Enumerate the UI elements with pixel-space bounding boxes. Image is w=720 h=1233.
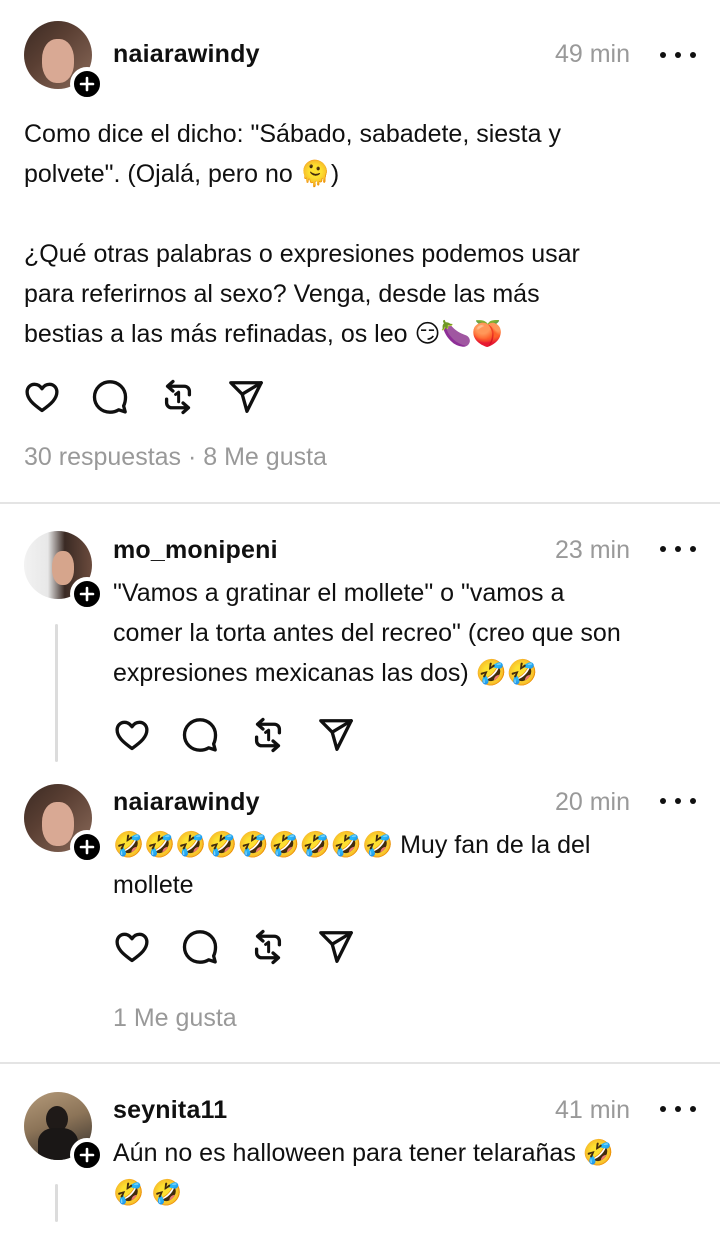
comment-icon	[181, 928, 219, 966]
share-icon	[317, 928, 355, 966]
share-button[interactable]	[226, 377, 266, 417]
post-time: 20 min	[554, 788, 630, 816]
post-actions	[22, 377, 294, 417]
follow-plus-icon[interactable]	[70, 67, 104, 101]
post-username[interactable]: naiarawindy	[113, 788, 260, 817]
share-button[interactable]	[316, 715, 356, 755]
post-stats[interactable]: 1 Me gusta	[113, 1004, 237, 1033]
avatar[interactable]	[24, 1092, 104, 1172]
heart-icon	[23, 378, 61, 416]
heart-icon	[113, 716, 151, 754]
repost-icon	[249, 716, 287, 754]
repost-icon	[249, 928, 287, 966]
repost-button[interactable]	[158, 377, 198, 417]
share-icon	[317, 716, 355, 754]
post-actions	[112, 927, 384, 967]
post-actions	[112, 715, 384, 755]
comment-icon	[91, 378, 129, 416]
heart-icon	[113, 928, 151, 966]
follow-plus-icon[interactable]	[70, 577, 104, 611]
reply-button[interactable]	[180, 715, 220, 755]
repost-button[interactable]	[248, 715, 288, 755]
follow-plus-icon[interactable]	[70, 830, 104, 864]
share-button[interactable]	[316, 927, 356, 967]
post-time: 49 min	[554, 40, 630, 68]
comment-icon	[181, 716, 219, 754]
more-icon[interactable]	[660, 43, 696, 67]
avatar[interactable]	[24, 21, 104, 101]
post-username[interactable]: naiarawindy	[113, 40, 260, 69]
post-username[interactable]: mo_monipeni	[113, 536, 278, 565]
follow-plus-icon[interactable]	[70, 1138, 104, 1172]
more-icon[interactable]	[660, 1097, 696, 1121]
reply-button[interactable]	[180, 927, 220, 967]
reply-button[interactable]	[90, 377, 130, 417]
thread-line	[55, 624, 58, 762]
repost-button[interactable]	[248, 927, 288, 967]
avatar[interactable]	[24, 784, 104, 864]
post-time: 41 min	[554, 1096, 630, 1124]
like-button[interactable]	[22, 377, 62, 417]
divider	[0, 1062, 720, 1064]
post-text: "Vamos a gratinar el mollete" o "vamos a…	[113, 579, 621, 687]
main-post: naiarawindy 49 min Como dice el dicho: "…	[0, 0, 720, 500]
thread-line	[55, 1184, 58, 1222]
divider	[0, 502, 720, 504]
like-button[interactable]	[112, 715, 152, 755]
post-text: 🤣🤣🤣🤣🤣🤣🤣🤣🤣 Muy fan de la del mollete	[113, 831, 591, 899]
avatar[interactable]	[24, 531, 104, 611]
post-time: 23 min	[554, 536, 630, 564]
post-text: Aún no es halloween para tener telarañas…	[113, 1139, 614, 1207]
share-icon	[227, 378, 265, 416]
repost-icon	[159, 378, 197, 416]
post-stats[interactable]: 30 respuestas · 8 Me gusta	[24, 443, 327, 472]
post-username[interactable]: seynita11	[113, 1096, 227, 1125]
like-button[interactable]	[112, 927, 152, 967]
post-text: Como dice el dicho: "Sábado, sabadete, s…	[24, 120, 580, 348]
more-icon[interactable]	[660, 789, 696, 813]
more-icon[interactable]	[660, 537, 696, 561]
